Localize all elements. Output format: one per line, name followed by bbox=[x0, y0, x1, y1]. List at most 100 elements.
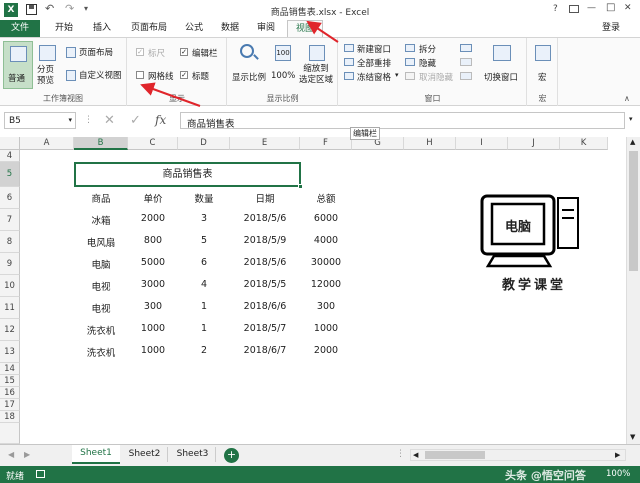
tab-data[interactable]: 数据 bbox=[214, 20, 246, 37]
tab-page-layout[interactable]: 页面布局 bbox=[124, 20, 174, 37]
tab-review[interactable]: 审阅 bbox=[250, 20, 282, 37]
table-cell[interactable]: 电脑 bbox=[74, 257, 128, 271]
scroll-up-icon[interactable]: ▲ bbox=[630, 138, 635, 146]
formula-bar-checkbox[interactable]: ✓ bbox=[180, 48, 188, 56]
column-header-k[interactable]: K bbox=[560, 137, 608, 150]
row-header-4[interactable]: 4 bbox=[0, 150, 20, 162]
tab-file[interactable]: 文件 bbox=[0, 20, 40, 37]
zoom-100-button[interactable]: 100 100% bbox=[270, 41, 296, 89]
insert-function-icon[interactable]: fx bbox=[155, 113, 166, 127]
reset-position-icon[interactable] bbox=[460, 72, 472, 80]
table-cell[interactable]: 300 bbox=[300, 301, 352, 312]
table-cell[interactable]: 4 bbox=[178, 279, 230, 290]
tab-view[interactable]: 视图 bbox=[287, 20, 323, 38]
header-date[interactable]: 日期 bbox=[230, 191, 300, 205]
hide-button[interactable]: 隐藏 bbox=[419, 57, 436, 69]
zoom-button[interactable]: 显示比例 bbox=[231, 41, 267, 89]
ruler-checkbox[interactable]: ✓ bbox=[136, 48, 144, 56]
row-header-6[interactable]: 6 bbox=[0, 187, 20, 209]
row-header-14[interactable]: 14 bbox=[0, 363, 20, 375]
selected-title-cell[interactable]: 商品销售表 bbox=[74, 162, 303, 189]
horizontal-scrollbar[interactable]: ◀ ▶ bbox=[410, 449, 626, 461]
table-cell[interactable]: 12000 bbox=[300, 279, 352, 290]
table-cell[interactable]: 30000 bbox=[300, 257, 352, 268]
expand-formula-bar-icon[interactable]: ▾ bbox=[629, 115, 633, 123]
freeze-panes-button[interactable]: 冻结窗格 bbox=[357, 71, 391, 83]
split-button[interactable]: 拆分 bbox=[419, 43, 436, 55]
ribbon-display-icon[interactable] bbox=[569, 5, 579, 13]
table-cell[interactable]: 6 bbox=[178, 257, 230, 268]
column-header-i[interactable]: I bbox=[456, 137, 508, 150]
scroll-right-icon[interactable]: ▶ bbox=[615, 451, 620, 459]
row-header-16[interactable]: 16 bbox=[0, 387, 20, 399]
prev-sheet-icon[interactable]: ◀ bbox=[8, 450, 14, 459]
enter-icon[interactable]: ✓ bbox=[130, 113, 141, 128]
maximize-button[interactable]: □ bbox=[606, 2, 615, 13]
row-header-9[interactable]: 9 bbox=[0, 253, 20, 275]
minimize-button[interactable]: — bbox=[587, 3, 596, 13]
row-header-5[interactable]: 5 bbox=[0, 162, 20, 187]
table-cell[interactable]: 3 bbox=[178, 213, 230, 224]
table-cell[interactable]: 2018/5/9 bbox=[230, 235, 300, 246]
select-all-corner[interactable] bbox=[0, 137, 20, 150]
row-header-12[interactable]: 12 bbox=[0, 319, 20, 341]
custom-view-button[interactable]: 自定义视图 bbox=[64, 69, 126, 83]
table-cell[interactable]: 2018/6/6 bbox=[230, 301, 300, 312]
normal-view-button[interactable]: 普通 bbox=[3, 41, 33, 89]
table-cell[interactable]: 2000 bbox=[300, 345, 352, 356]
row-header-7[interactable]: 7 bbox=[0, 209, 20, 231]
column-header-b[interactable]: B bbox=[74, 137, 128, 150]
row-header-15[interactable]: 15 bbox=[0, 375, 20, 387]
column-header-j[interactable]: J bbox=[508, 137, 560, 150]
sheet-tab-sheet2[interactable]: Sheet2 bbox=[122, 447, 168, 462]
header-price[interactable]: 单价 bbox=[128, 191, 178, 205]
table-cell[interactable]: 1000 bbox=[128, 345, 178, 356]
h-scrollbar-splitter-icon[interactable]: ⋮ bbox=[396, 449, 405, 459]
row-header-11[interactable]: 11 bbox=[0, 297, 20, 319]
header-qty[interactable]: 数量 bbox=[178, 191, 230, 205]
cancel-icon[interactable]: ✕ bbox=[104, 113, 115, 128]
macro-record-icon[interactable] bbox=[36, 470, 45, 478]
name-box[interactable]: B5 ▾ bbox=[4, 112, 76, 129]
help-button[interactable]: ? bbox=[553, 4, 558, 14]
table-cell[interactable]: 2018/5/7 bbox=[230, 323, 300, 334]
table-cell[interactable]: 1 bbox=[178, 323, 230, 334]
tab-home[interactable]: 开始 bbox=[46, 20, 82, 37]
table-cell[interactable]: 洗衣机 bbox=[74, 323, 128, 337]
table-cell[interactable]: 电风扇 bbox=[74, 235, 128, 249]
table-cell[interactable]: 冰箱 bbox=[74, 213, 128, 227]
gridlines-checkbox[interactable] bbox=[136, 71, 144, 79]
table-cell[interactable]: 洗衣机 bbox=[74, 345, 128, 359]
collapse-ribbon-icon[interactable]: ∧ bbox=[624, 94, 630, 103]
column-header-c[interactable]: C bbox=[128, 137, 178, 150]
name-box-dropdown-icon[interactable]: ▾ bbox=[68, 116, 72, 124]
table-cell[interactable]: 电视 bbox=[74, 279, 128, 293]
table-cell[interactable]: 5 bbox=[178, 235, 230, 246]
scroll-thumb[interactable] bbox=[629, 151, 638, 271]
table-cell[interactable]: 2018/5/5 bbox=[230, 279, 300, 290]
row-header-17[interactable]: 17 bbox=[0, 399, 20, 411]
page-layout-view-button[interactable]: 页面布局 bbox=[64, 46, 126, 60]
view-side-by-side-icon[interactable] bbox=[460, 44, 472, 52]
sync-scroll-icon[interactable] bbox=[460, 58, 472, 66]
new-window-button[interactable]: 新建窗口 bbox=[357, 43, 391, 55]
table-cell[interactable]: 电视 bbox=[74, 301, 128, 315]
switch-window-button[interactable]: 切换窗口 bbox=[481, 41, 525, 89]
zoom-level[interactable]: 100% bbox=[606, 469, 630, 479]
column-header-a[interactable]: A bbox=[20, 137, 74, 150]
unhide-button[interactable]: 取消隐藏 bbox=[419, 71, 453, 83]
scroll-left-icon[interactable]: ◀ bbox=[413, 451, 418, 459]
next-sheet-icon[interactable]: ▶ bbox=[24, 450, 30, 459]
column-header-d[interactable]: D bbox=[178, 137, 230, 150]
tab-formulas[interactable]: 公式 bbox=[178, 20, 210, 37]
table-cell[interactable]: 2018/6/7 bbox=[230, 345, 300, 356]
login-link[interactable]: 登录 bbox=[596, 20, 626, 37]
scroll-down-icon[interactable]: ▼ bbox=[630, 433, 635, 441]
table-cell[interactable]: 2000 bbox=[128, 213, 178, 224]
table-cell[interactable]: 4000 bbox=[300, 235, 352, 246]
add-sheet-button[interactable]: + bbox=[224, 448, 239, 463]
table-cell[interactable]: 5000 bbox=[128, 257, 178, 268]
sheet-tab-sheet3[interactable]: Sheet3 bbox=[170, 447, 216, 462]
table-cell[interactable]: 800 bbox=[128, 235, 178, 246]
table-cell[interactable]: 2018/5/6 bbox=[230, 257, 300, 268]
